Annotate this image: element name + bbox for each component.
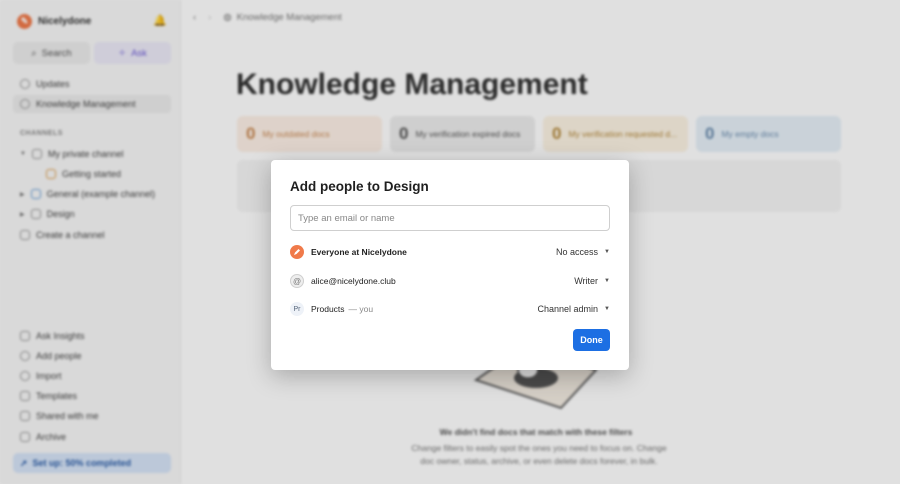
- member-row-everyone: Everyone at Nicelydone No access ▼: [290, 244, 610, 260]
- email-avatar-icon: @: [290, 274, 304, 288]
- member-row-products: Pr Products — you Channel admin ▼: [290, 301, 610, 317]
- dialog-title: Add people to Design: [290, 179, 429, 194]
- permission-dropdown[interactable]: Channel admin ▼: [538, 304, 611, 314]
- email-or-name-input[interactable]: [290, 205, 610, 231]
- done-button[interactable]: Done: [573, 329, 610, 351]
- add-people-dialog: Add people to Design Everyone at Nicelyd…: [271, 160, 629, 370]
- avatar: Pr: [290, 302, 304, 316]
- member-row-alice: @ alice@nicelydone.club Writer ▼: [290, 273, 610, 289]
- caret-down-icon: ▼: [604, 278, 610, 284]
- member-name: Everyone at Nicelydone: [311, 247, 407, 257]
- permission-value: Writer: [574, 276, 599, 286]
- organization-logo-icon: [290, 245, 304, 259]
- permission-dropdown[interactable]: No access ▼: [556, 247, 610, 257]
- member-name: Products: [311, 304, 345, 314]
- current-user-indicator: — you: [348, 304, 374, 314]
- permission-value: Channel admin: [537, 304, 599, 314]
- permission-dropdown[interactable]: Writer ▼: [574, 276, 610, 286]
- permission-value: No access: [556, 247, 599, 257]
- member-name: alice@nicelydone.club: [311, 276, 396, 286]
- caret-down-icon: ▼: [604, 249, 610, 255]
- pen-icon: [294, 249, 300, 255]
- caret-down-icon: ▼: [604, 306, 610, 312]
